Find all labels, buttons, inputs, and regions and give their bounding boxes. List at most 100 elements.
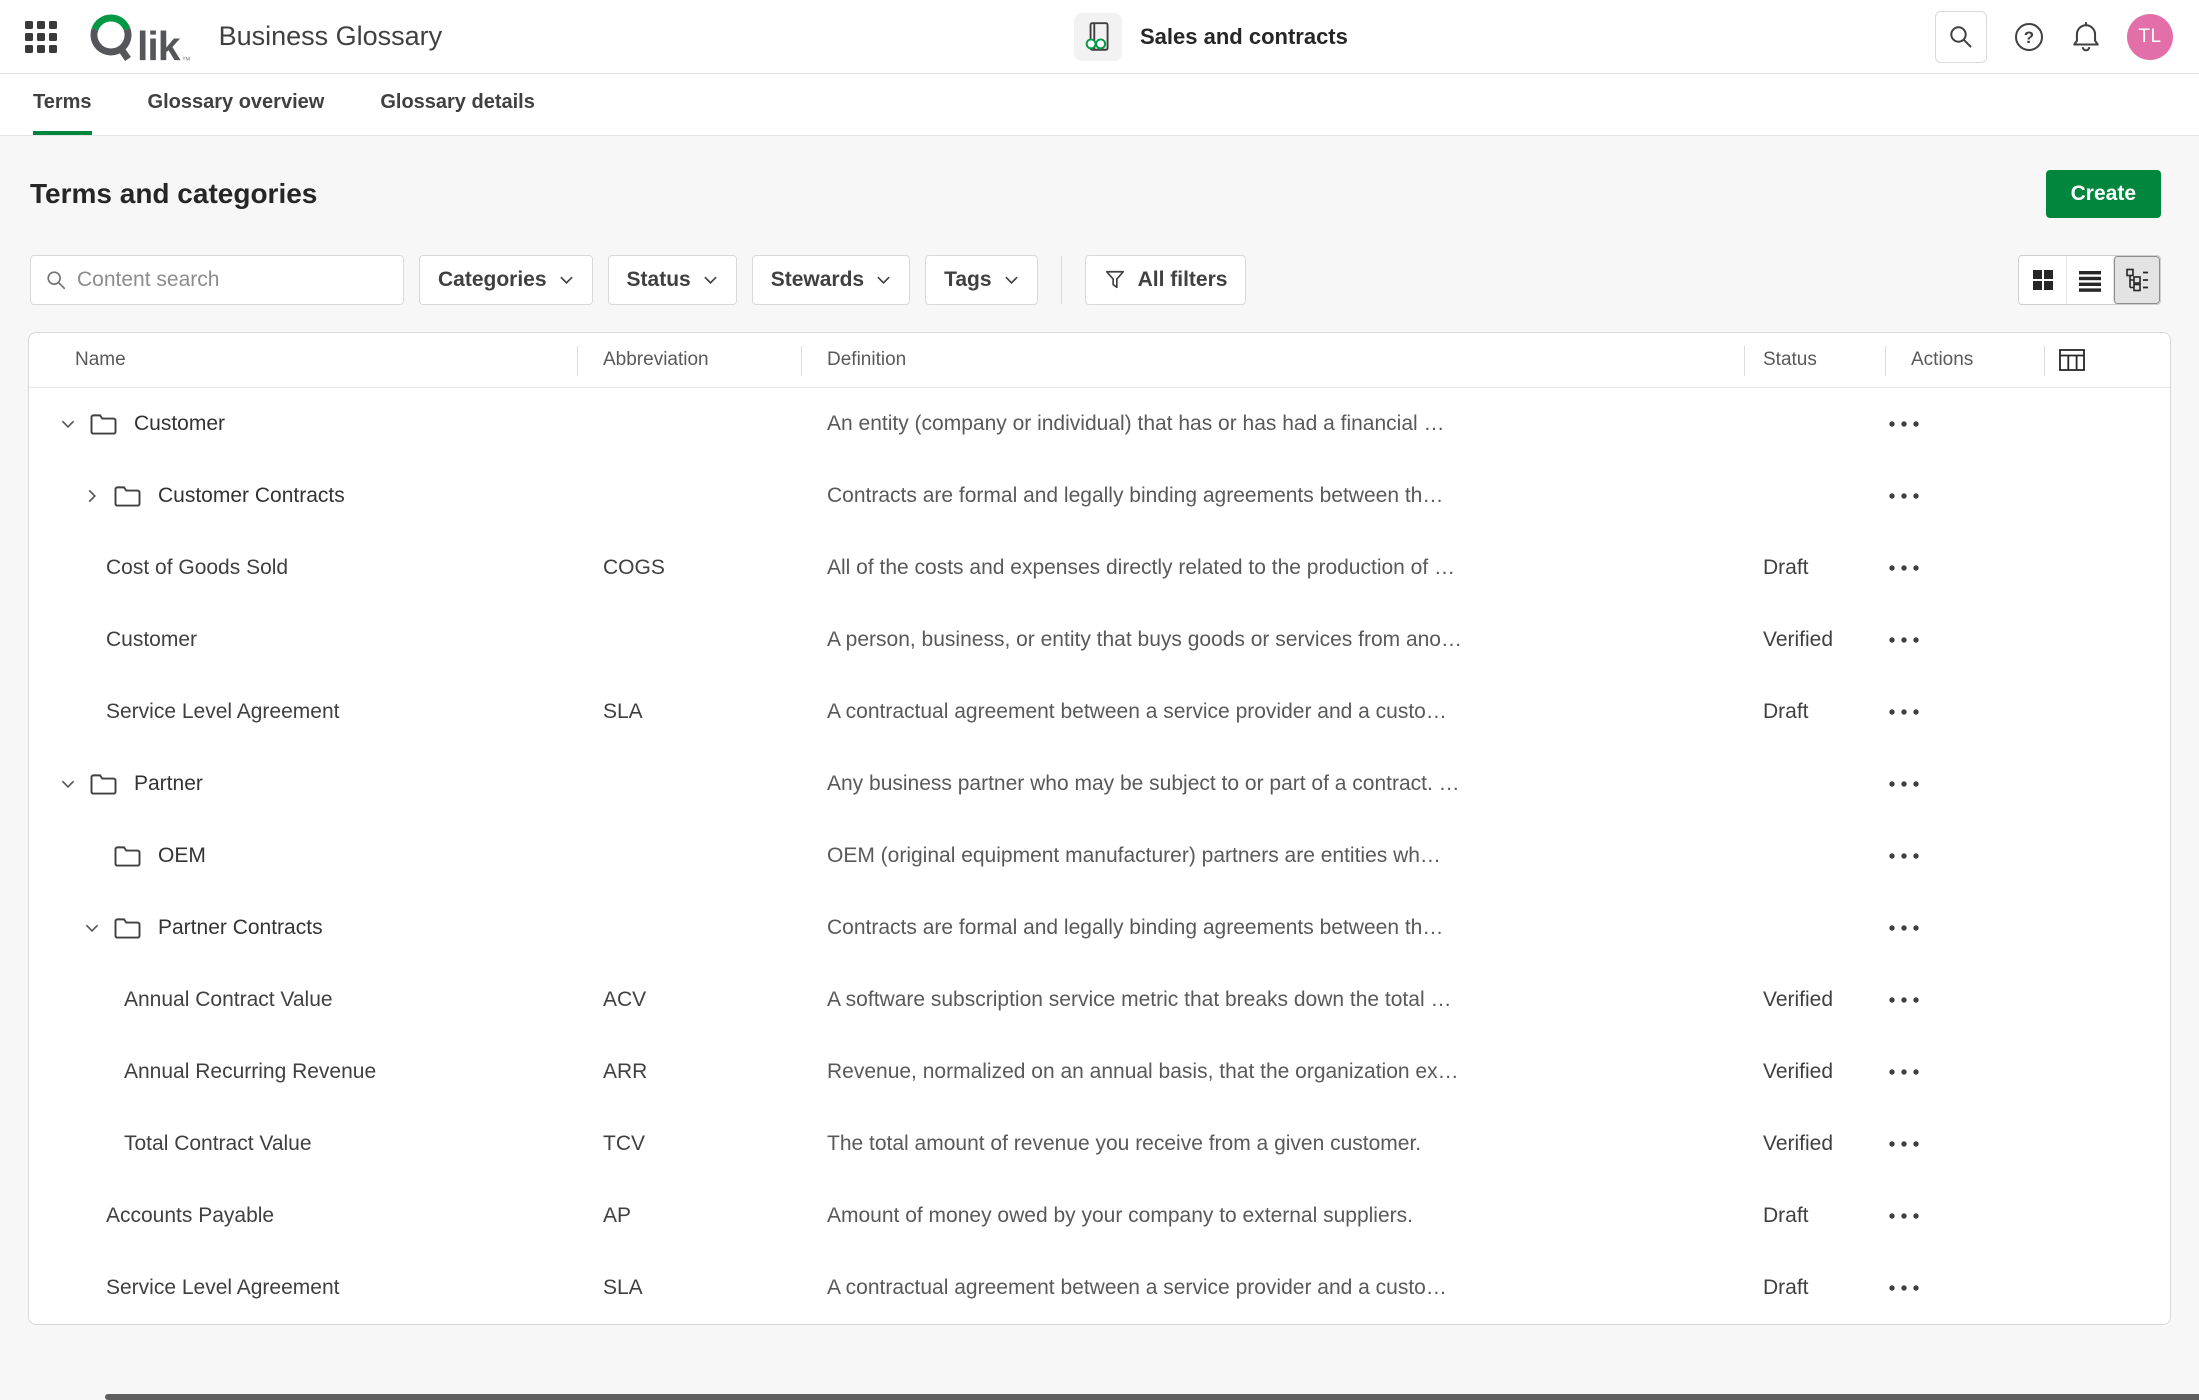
row-name[interactable]: Cost of Goods Sold <box>106 556 288 580</box>
app-launcher-icon[interactable] <box>25 20 57 53</box>
definition-cell: Amount of money owed by your company to … <box>827 1204 1413 1227</box>
row-name[interactable]: Accounts Payable <box>106 1204 274 1228</box>
column-header-status[interactable]: Status <box>1763 349 1817 371</box>
stewards-filter-dropdown[interactable]: Stewards <box>751 255 911 305</box>
table-row[interactable]: Annual Contract Value ACV A software sub… <box>29 964 2170 1036</box>
status-filter-dropdown[interactable]: Status <box>607 255 737 305</box>
abbreviation-cell: SLA <box>603 1276 643 1299</box>
more-options-icon <box>1889 925 1919 931</box>
name-cell: Annual Contract Value <box>29 988 589 1012</box>
abbreviation-cell: TCV <box>603 1132 645 1155</box>
row-actions-menu-button[interactable] <box>1889 852 1979 860</box>
row-name[interactable]: Annual Contract Value <box>124 988 333 1012</box>
horizontal-scrollbar[interactable] <box>0 1393 2199 1400</box>
table-row[interactable]: Partner Any business partner who may be … <box>29 748 2170 820</box>
tab-glossary-overview[interactable]: Glossary overview <box>148 74 325 135</box>
row-name[interactable]: Partner <box>134 772 203 796</box>
scrollbar-thumb[interactable] <box>105 1394 2199 1400</box>
table-row[interactable]: Annual Recurring Revenue ARR Revenue, no… <box>29 1036 2170 1108</box>
row-name[interactable]: Total Contract Value <box>124 1132 312 1156</box>
grid-view-button[interactable] <box>2019 256 2066 304</box>
more-options-icon <box>1889 853 1919 859</box>
grid-view-icon <box>2032 270 2053 290</box>
user-avatar[interactable]: TL <box>2127 13 2173 60</box>
status-badge: Draft <box>1763 700 1809 723</box>
list-view-button[interactable] <box>2066 256 2113 304</box>
definition-cell: A contractual agreement between a servic… <box>827 1276 1447 1299</box>
all-filters-button[interactable]: All filters <box>1084 255 1247 305</box>
table-row[interactable]: Accounts Payable AP Amount of money owed… <box>29 1180 2170 1252</box>
table-body: Customer An entity (company or individua… <box>29 388 2170 1324</box>
row-actions-menu-button[interactable] <box>1889 708 1979 716</box>
row-name[interactable]: Customer <box>134 412 225 436</box>
column-header-actions[interactable]: Actions <box>1911 349 1973 371</box>
table-row[interactable]: Customer Contracts Contracts are formal … <box>29 460 2170 532</box>
notifications-button[interactable] <box>2071 21 2101 53</box>
row-actions-menu-button[interactable] <box>1889 780 1979 788</box>
abbreviation-cell: COGS <box>603 556 665 579</box>
content-search-box[interactable] <box>30 255 404 305</box>
bell-icon <box>2073 21 2099 51</box>
row-actions-menu-button[interactable] <box>1889 636 1979 644</box>
table-row[interactable]: Cost of Goods Sold COGS All of the costs… <box>29 532 2170 604</box>
row-actions-menu-button[interactable] <box>1889 1068 1979 1076</box>
glossary-book-icon[interactable] <box>1074 13 1122 61</box>
more-options-icon <box>1889 709 1919 715</box>
row-name[interactable]: Service Level Agreement <box>106 700 339 724</box>
definition-cell: Contracts are formal and legally binding… <box>827 484 1444 507</box>
table-row[interactable]: Service Level Agreement SLA A contractua… <box>29 676 2170 748</box>
chevron-down-icon[interactable] <box>59 775 77 793</box>
row-name[interactable]: Customer <box>106 628 197 652</box>
chevron-down-icon[interactable] <box>83 919 101 937</box>
abbreviation-cell: ARR <box>603 1060 648 1083</box>
status-badge: Verified <box>1763 628 1834 651</box>
row-actions-menu-button[interactable] <box>1889 1140 1979 1148</box>
global-search-button[interactable] <box>1935 10 1987 63</box>
tree-view-button[interactable] <box>2113 256 2160 304</box>
row-actions-menu-button[interactable] <box>1889 996 1979 1004</box>
row-actions-menu-button[interactable] <box>1889 420 1979 428</box>
more-options-icon <box>1889 1285 1919 1291</box>
table-row[interactable]: Customer A person, business, or entity t… <box>29 604 2170 676</box>
svg-text:?: ? <box>2024 28 2034 47</box>
categories-filter-dropdown[interactable]: Categories <box>419 255 593 305</box>
row-name[interactable]: Partner Contracts <box>158 916 323 940</box>
row-actions-menu-button[interactable] <box>1889 1284 1979 1292</box>
row-actions-menu-button[interactable] <box>1889 564 1979 572</box>
row-name[interactable]: OEM <box>158 844 206 868</box>
more-options-icon <box>1889 1141 1919 1147</box>
search-icon <box>47 271 66 290</box>
row-actions-menu-button[interactable] <box>1889 924 1979 932</box>
help-button[interactable]: ? <box>2013 21 2045 53</box>
row-name[interactable]: Annual Recurring Revenue <box>124 1060 376 1084</box>
more-options-icon <box>1889 781 1919 787</box>
column-header-abbreviation[interactable]: Abbreviation <box>603 349 709 371</box>
column-header-name[interactable]: Name <box>75 349 126 371</box>
tags-filter-dropdown[interactable]: Tags <box>925 255 1038 305</box>
more-options-icon <box>1889 637 1919 643</box>
folder-icon <box>114 486 141 507</box>
table-row[interactable]: Partner Contracts Contracts are formal a… <box>29 892 2170 964</box>
name-cell: Customer Contracts <box>29 484 589 508</box>
chevron-down-icon[interactable] <box>59 415 77 433</box>
tab-terms[interactable]: Terms <box>33 74 92 135</box>
name-cell: Partner Contracts <box>29 916 589 940</box>
row-actions-menu-button[interactable] <box>1889 492 1979 500</box>
row-name[interactable]: Customer Contracts <box>158 484 345 508</box>
create-button[interactable]: Create <box>2045 170 2161 218</box>
chevron-right-icon[interactable] <box>83 487 101 505</box>
definition-cell: Contracts are formal and legally binding… <box>827 916 1444 939</box>
table-row[interactable]: Service Level Agreement SLA A contractua… <box>29 1252 2170 1324</box>
tab-glossary-details[interactable]: Glossary details <box>380 74 535 135</box>
content-search-input[interactable] <box>77 268 389 292</box>
row-actions-menu-button[interactable] <box>1889 1212 1979 1220</box>
column-picker-button[interactable] <box>2059 348 2085 372</box>
table-row[interactable]: Customer An entity (company or individua… <box>29 388 2170 460</box>
table-row[interactable]: Total Contract Value TCV The total amoun… <box>29 1108 2170 1180</box>
table-header: Name Abbreviation Definition Status Acti… <box>29 333 2170 388</box>
column-header-definition[interactable]: Definition <box>827 349 906 371</box>
row-name[interactable]: Service Level Agreement <box>106 1276 339 1300</box>
table-row[interactable]: OEM OEM (original equipment manufacturer… <box>29 820 2170 892</box>
glossary-switcher[interactable]: Sales and contracts <box>1074 0 1348 74</box>
abbreviation-cell: SLA <box>603 700 643 723</box>
